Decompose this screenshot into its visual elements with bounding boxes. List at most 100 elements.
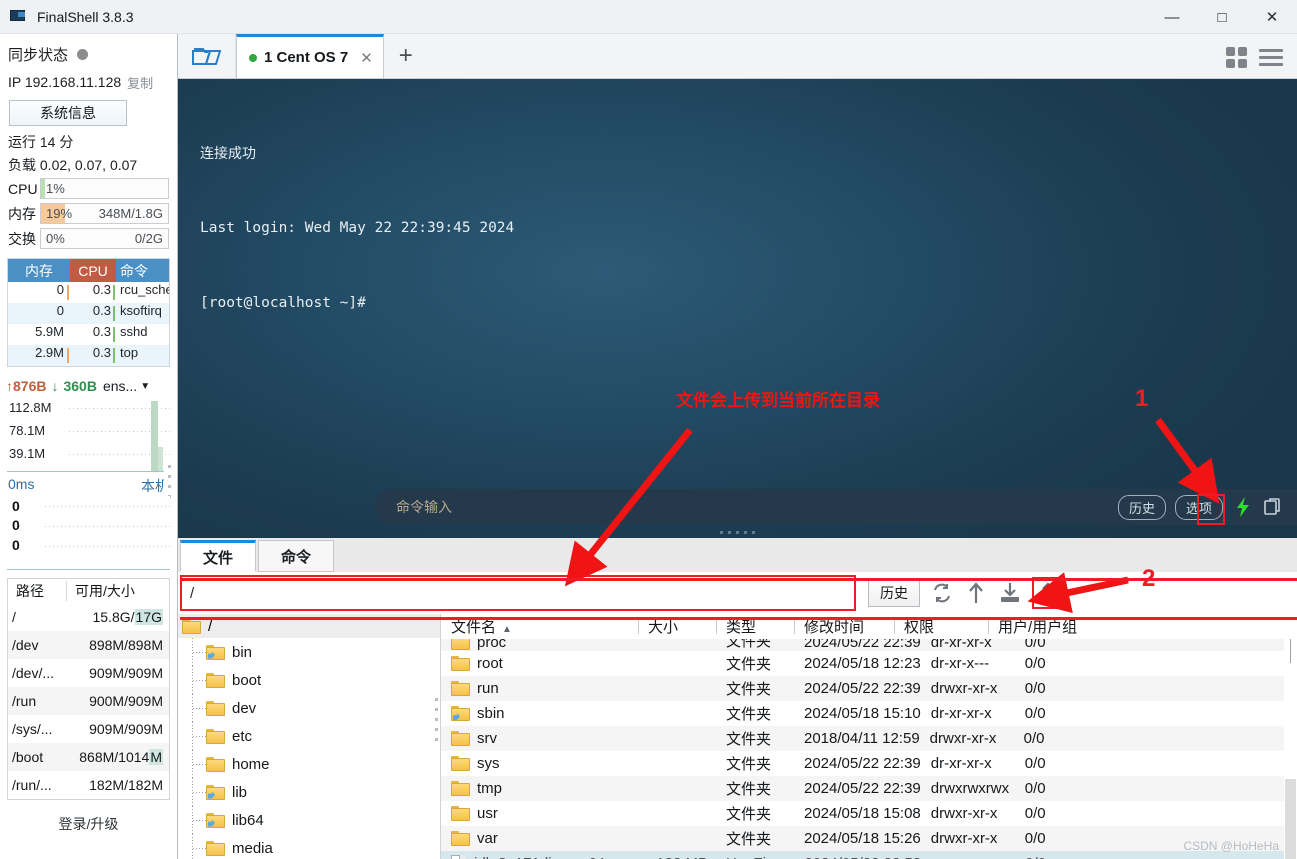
- copy-ip-button[interactable]: 复制: [127, 73, 153, 92]
- upload-file-icon[interactable]: [1036, 581, 1060, 605]
- minimize-button[interactable]: —: [1147, 0, 1197, 34]
- terminal-history-button[interactable]: 历史: [1117, 494, 1166, 520]
- hamburger-menu-icon[interactable]: [1259, 45, 1283, 70]
- maximize-button[interactable]: □: [1197, 0, 1247, 34]
- file-row[interactable]: sys 文件夹 2024/05/22 22:39 dr-xr-xr-x 0/0: [441, 751, 1297, 776]
- process-col-cmd[interactable]: 命令: [116, 259, 169, 282]
- terminal-options-button[interactable]: 选项: [1174, 494, 1223, 520]
- tab-cent-os-7[interactable]: 1 Cent OS 7 ✕: [236, 34, 384, 78]
- new-tab-button[interactable]: +: [384, 34, 428, 78]
- disk-row[interactable]: /boot 868M/1014M: [8, 743, 169, 771]
- path-input[interactable]: /: [180, 575, 856, 611]
- download-file-icon[interactable]: [998, 581, 1022, 605]
- col-header-type[interactable]: 类型: [716, 616, 794, 637]
- file-row[interactable]: tmp 文件夹 2024/05/22 22:39 drwxrwxrwx 0/0: [441, 776, 1297, 801]
- folder-icon: [451, 806, 470, 821]
- file-owner: 0/0: [1024, 780, 1046, 797]
- process-col-mem[interactable]: 内存: [8, 259, 70, 282]
- disk-row[interactable]: /run/... 182M/182M: [8, 771, 169, 799]
- login-upgrade-link[interactable]: 登录/升级: [0, 800, 177, 834]
- file-name-cell: usr: [441, 805, 638, 822]
- col-header-size[interactable]: 大小: [638, 616, 716, 637]
- ip-row: IP 192.168.11.128 复制: [0, 69, 177, 95]
- process-row[interactable]: 2.9M 0.3 top: [8, 345, 169, 366]
- close-button[interactable]: ✕: [1247, 0, 1297, 34]
- file-name: tmp: [477, 780, 503, 797]
- tab-files[interactable]: 文件: [180, 540, 256, 572]
- watermark: CSDN @HoHeHa: [1183, 839, 1279, 853]
- scrollbar-thumb[interactable]: [1285, 779, 1296, 859]
- disk-row[interactable]: /sys/... 909M/909M: [8, 715, 169, 743]
- tree-item[interactable]: media: [178, 834, 440, 859]
- col-header-owner[interactable]: 用户/用户组: [988, 616, 1297, 637]
- chevron-down-icon[interactable]: ▼: [140, 381, 150, 392]
- meter-detail: 0/2G: [134, 231, 163, 246]
- file-row[interactable]: proc 文件夹 2024/05/22 22:39 dr-xr-xr-x 0/0: [441, 639, 1297, 651]
- file-row[interactable]: var 文件夹 2024/05/18 15:26 drwxr-xr-x 0/0: [441, 826, 1297, 851]
- disk-table-header: 路径 可用/大小: [8, 579, 169, 603]
- file-owner: 0/0: [1024, 705, 1046, 722]
- col-header-mtime[interactable]: 修改时间: [794, 616, 894, 637]
- terminal-pane[interactable]: 连接成功 Last login: Wed May 22 22:39:45 202…: [178, 79, 1297, 538]
- tree-item-label: lib: [232, 783, 248, 801]
- process-row[interactable]: 0 0.3 rcu_sche: [8, 282, 169, 303]
- arrow-up-icon: ↑: [6, 378, 13, 394]
- pane-resize-handle[interactable]: [178, 528, 1297, 536]
- file-name: var: [477, 830, 498, 847]
- upload-arrow-icon[interactable]: [964, 581, 988, 605]
- process-col-cpu[interactable]: CPU: [70, 259, 116, 282]
- copy-files-icon[interactable]: [1263, 496, 1285, 518]
- file-mtime: 2024/05/18 15:26: [804, 830, 921, 847]
- file-permissions: dr-xr-xr-x: [930, 639, 992, 651]
- command-input-bar[interactable]: 命令输入 历史 选项: [374, 489, 1297, 525]
- meter-label: CPU: [8, 180, 38, 197]
- disk-row[interactable]: /dev/... 909M/909M: [8, 659, 169, 687]
- tree-item[interactable]: lib: [178, 778, 440, 806]
- disk-value: 909M/909M: [89, 665, 163, 681]
- meter-percent: 19%: [46, 206, 73, 221]
- directory-tree: / bin boot dev etc home lib lib64 media: [178, 614, 441, 859]
- file-name-cell: run: [441, 680, 638, 697]
- tree-item-label: dev: [232, 699, 257, 717]
- file-row[interactable]: run 文件夹 2024/05/22 22:39 drwxr-xr-x 0/0: [441, 676, 1297, 701]
- file-row[interactable]: sbin 文件夹 2024/05/18 15:10 dr-xr-xr-x 0/0: [441, 701, 1297, 726]
- col-header-permissions[interactable]: 权限: [894, 616, 988, 637]
- tree-item-label: etc: [232, 727, 253, 745]
- tree-item[interactable]: dev: [178, 694, 440, 722]
- file-type: HaoZip.gz: [716, 855, 794, 859]
- path-row: / 历史: [178, 572, 1297, 614]
- disk-row[interactable]: /run 900M/909M: [8, 687, 169, 715]
- file-name: sbin: [477, 705, 505, 722]
- tree-item[interactable]: home: [178, 750, 440, 778]
- refresh-icon[interactable]: [930, 581, 954, 605]
- close-icon[interactable]: ✕: [360, 49, 373, 67]
- file-row[interactable]: root 文件夹 2024/05/18 12:23 dr-xr-x--- 0/0: [441, 651, 1297, 676]
- tree-item[interactable]: etc: [178, 722, 440, 750]
- disk-row[interactable]: / 15.8G/17G: [8, 603, 169, 631]
- grid-layout-icon[interactable]: [1226, 47, 1247, 68]
- command-input-placeholder[interactable]: 命令输入: [396, 497, 452, 517]
- process-row[interactable]: 0 0.3 ksoftirq: [8, 303, 169, 324]
- process-row[interactable]: 5.9M 0.3 sshd: [8, 324, 169, 345]
- tree-scrollbar[interactable]: [431, 638, 440, 859]
- file-history-button[interactable]: 历史: [868, 579, 920, 607]
- disk-row[interactable]: /dev 898M/898M: [8, 631, 169, 659]
- disk-col-size[interactable]: 可用/大小: [66, 581, 169, 601]
- tab-commands[interactable]: 命令: [258, 540, 334, 572]
- open-folder-icon[interactable]: [178, 34, 236, 78]
- file-row[interactable]: usr 文件夹 2024/05/18 15:08 drwxr-xr-x 0/0: [441, 801, 1297, 826]
- col-header-filename[interactable]: 文件名 ▲: [441, 616, 638, 637]
- network-stats-row[interactable]: ↑ 876B ↓ 360B ens... ▼: [0, 373, 177, 399]
- system-info-button[interactable]: 系统信息: [9, 100, 127, 126]
- tree-root-item[interactable]: /: [178, 614, 440, 638]
- file-type: 文件夹: [726, 806, 772, 823]
- tree-item[interactable]: bin: [178, 638, 440, 666]
- disk-col-path[interactable]: 路径: [8, 581, 66, 601]
- lightning-icon[interactable]: [1232, 496, 1254, 518]
- file-row[interactable]: jdk-8u171-linux-x64.... 182 MBHaoZip.gz20…: [441, 851, 1297, 859]
- tree-item[interactable]: lib64: [178, 806, 440, 834]
- file-row[interactable]: srv 文件夹 2018/04/11 12:59 drwxr-xr-x 0/0: [441, 726, 1297, 751]
- file-list-scrollbar[interactable]: [1284, 639, 1297, 859]
- file-type: 文件夹: [726, 639, 772, 650]
- tree-item[interactable]: boot: [178, 666, 440, 694]
